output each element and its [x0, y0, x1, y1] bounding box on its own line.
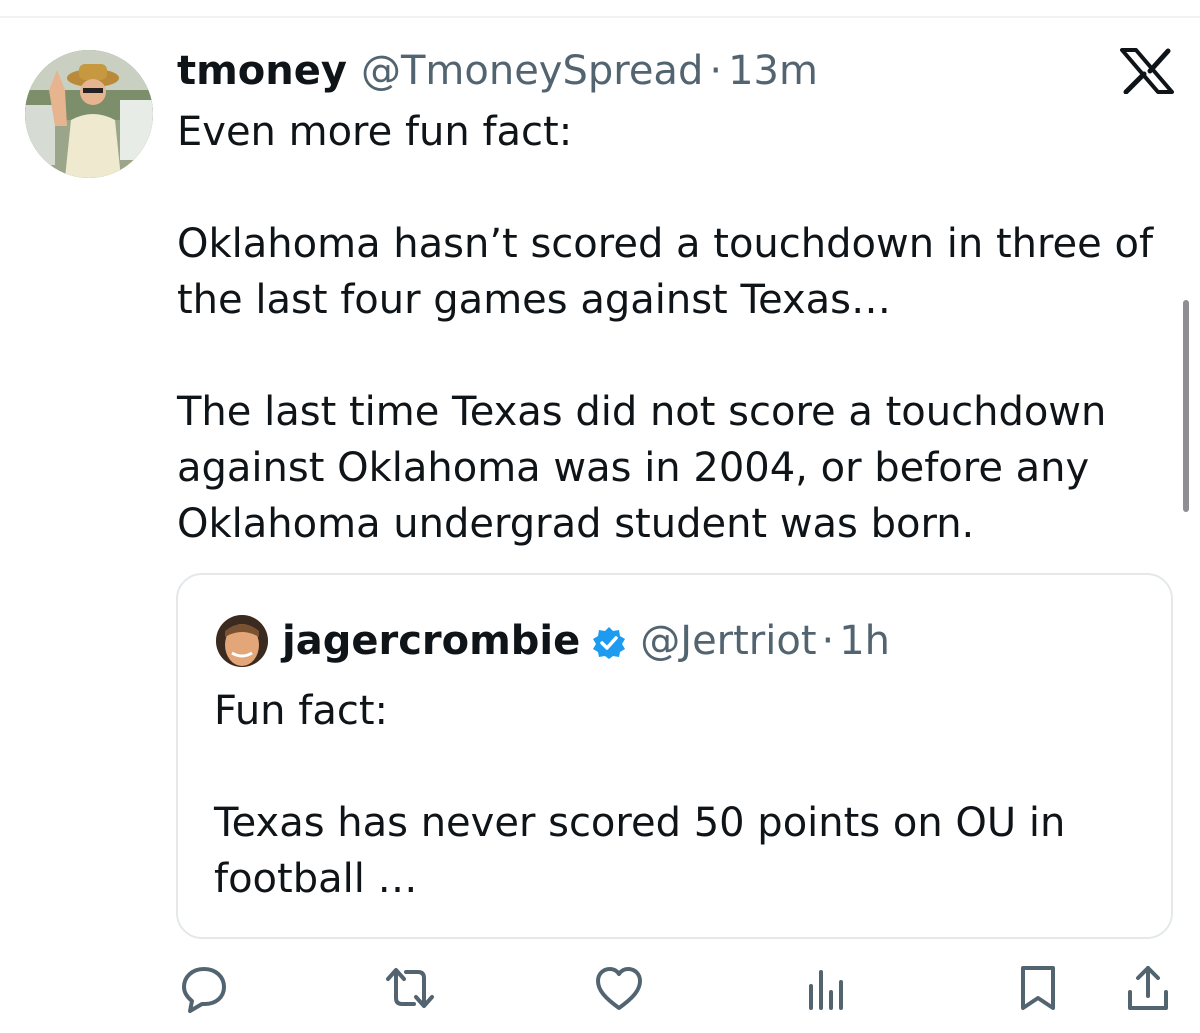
- reply-icon[interactable]: [178, 962, 230, 1014]
- action-bar: [0, 962, 1200, 1018]
- quoted-tweet-line: Texas has never scored 50 points on OU i…: [214, 800, 1066, 902]
- display-name[interactable]: tmoney: [177, 46, 347, 96]
- timestamp[interactable]: 13m: [728, 46, 818, 96]
- quoted-tweet-text: Fun fact: Texas has never scored 50 poin…: [214, 683, 1154, 907]
- avatar[interactable]: [25, 50, 153, 178]
- quoted-tweet-card[interactable]: jagercrombie @Jertriot · 1h Fun fact: Te…: [176, 573, 1173, 939]
- verified-badge-icon: [592, 624, 626, 659]
- scrollbar[interactable]: [1183, 300, 1189, 512]
- bookmark-icon[interactable]: [1012, 962, 1064, 1014]
- retweet-icon[interactable]: [384, 962, 436, 1014]
- quoted-display-name[interactable]: jagercrombie: [282, 618, 580, 664]
- separator-dot: ·: [709, 48, 723, 94]
- quoted-avatar[interactable]: [216, 615, 268, 667]
- views-icon[interactable]: [801, 962, 853, 1014]
- tweet-line: The last time Texas did not score a touc…: [177, 389, 1107, 547]
- like-icon[interactable]: [593, 962, 645, 1014]
- quoted-tweet-header: jagercrombie @Jertriot · 1h: [282, 615, 890, 667]
- quoted-tweet-line: Fun fact:: [214, 688, 388, 734]
- quoted-handle[interactable]: @Jertriot: [640, 618, 816, 664]
- quoted-separator-dot: ·: [821, 618, 835, 664]
- x-logo-icon[interactable]: [1120, 48, 1174, 95]
- handle[interactable]: @TmoneySpread: [361, 46, 703, 96]
- tweet-header: tmoney @TmoneySpread · 13m: [177, 46, 818, 96]
- top-divider: [0, 16, 1200, 18]
- share-icon[interactable]: [1122, 962, 1174, 1014]
- quoted-timestamp[interactable]: 1h: [839, 618, 890, 664]
- tweet-line: Oklahoma hasn’t scored a touchdown in th…: [177, 221, 1154, 323]
- tweet-line: Even more fun fact:: [177, 109, 573, 155]
- tweet-text: Even more fun fact: Oklahoma hasn’t scor…: [177, 104, 1167, 552]
